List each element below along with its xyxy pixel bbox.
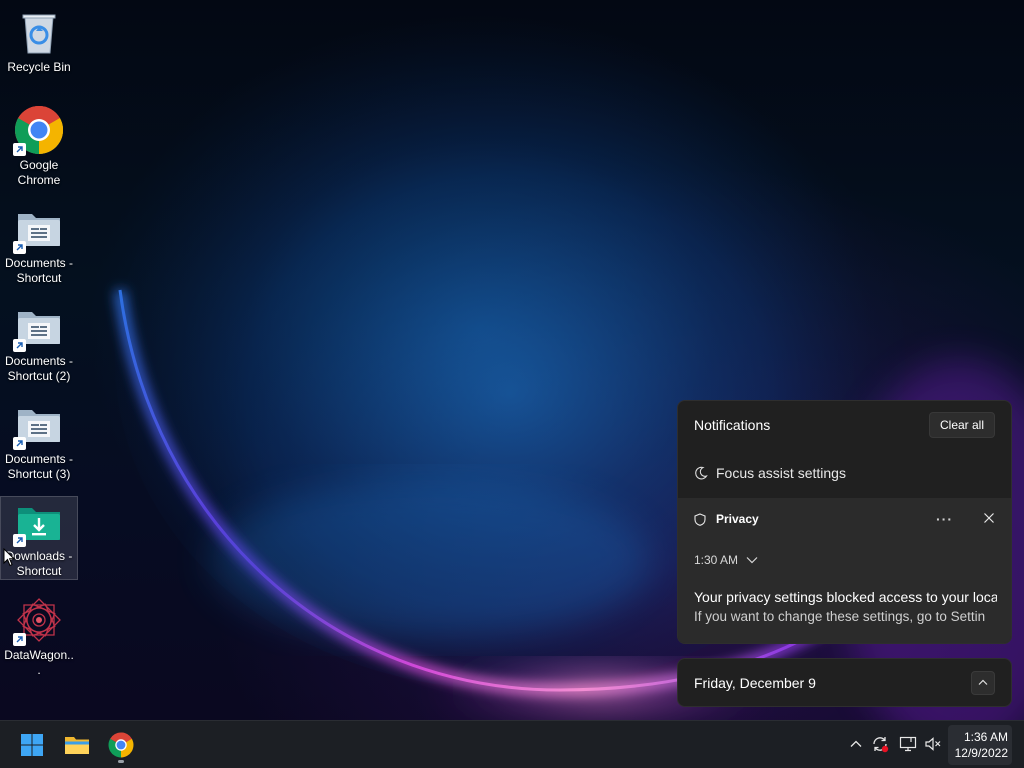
chevron-up-icon	[978, 679, 988, 685]
toast-app-name: Privacy	[716, 512, 759, 526]
sync-tray-icon[interactable]	[869, 733, 891, 755]
chevron-up-icon	[850, 740, 862, 747]
toast-message-line-1: Your privacy settings blocked access to …	[694, 589, 997, 605]
desktop-icon-recycle-bin[interactable]: Recycle Bin	[0, 6, 78, 75]
show-hidden-icons-button[interactable]	[845, 733, 867, 755]
datawagon-icon	[13, 594, 65, 646]
folder-documents-icon	[13, 202, 65, 254]
running-indicator	[118, 760, 124, 763]
sync-icon	[873, 737, 889, 753]
clear-all-button[interactable]: Clear all	[928, 412, 995, 438]
desktop-icon-label: Google Chrome	[17, 158, 61, 187]
calendar-panel[interactable]: Friday, December 9	[677, 658, 1012, 707]
notification-center: Notifications Clear all Focus assist set…	[677, 400, 1012, 644]
taskbar: 1:36 AM 12/9/2022	[0, 720, 1024, 768]
calendar-expand-button[interactable]	[971, 670, 995, 695]
start-icon	[21, 734, 43, 756]
desktop-icon-documents-shortcut-2[interactable]: Documents - Shortcut (2)	[0, 300, 78, 384]
close-notification-button[interactable]	[983, 512, 995, 527]
network-tray-icon[interactable]	[897, 733, 919, 755]
taskbar-clock[interactable]: 1:36 AM 12/9/2022	[948, 725, 1012, 765]
desktop-icon-documents-shortcut-3[interactable]: Documents - Shortcut (3)	[0, 398, 78, 482]
clock-date: 12/9/2022	[954, 746, 1008, 760]
privacy-notification[interactable]: Privacy ··· 1:30 AM Your privacy setting…	[678, 498, 1011, 643]
shortcut-arrow-icon	[13, 241, 26, 254]
chrome-icon	[108, 732, 134, 758]
focus-assist-label: Focus assist settings	[716, 465, 846, 481]
desktop-icon-label: Documents - Shortcut	[4, 256, 74, 285]
desktop-icon-documents-shortcut[interactable]: Documents - Shortcut	[0, 202, 78, 286]
chrome-icon	[13, 104, 65, 156]
clock-time: 1:36 AM	[963, 730, 1008, 744]
file-explorer-icon	[65, 737, 89, 754]
folder-documents-icon	[13, 398, 65, 450]
shortcut-arrow-icon	[13, 437, 26, 450]
moon-icon	[694, 466, 708, 480]
chrome-taskbar-button[interactable]	[101, 725, 141, 765]
file-explorer-button[interactable]	[57, 725, 97, 765]
network-icon	[899, 736, 917, 752]
shortcut-arrow-icon	[13, 143, 26, 156]
desktop-icon-label: Documents - Shortcut (3)	[4, 452, 74, 481]
chevron-down-icon	[746, 556, 758, 564]
folder-downloads-icon	[13, 497, 65, 547]
notification-title: Notifications	[694, 417, 771, 433]
toast-message-line-2: If you want to change these settings, go…	[694, 609, 986, 624]
desktop-icon-label: Recycle Bin	[7, 60, 71, 74]
shield-icon	[694, 512, 706, 526]
volume-muted-icon	[925, 737, 941, 751]
desktop-icon-label: DataWagon...	[4, 648, 74, 677]
notification-header: Notifications Clear all	[678, 401, 1011, 449]
toast-time-row[interactable]: 1:30 AM	[694, 540, 995, 580]
focus-assist-settings-link[interactable]: Focus assist settings	[678, 449, 1011, 497]
mouse-cursor-icon	[3, 547, 16, 572]
volume-tray-icon[interactable]	[922, 733, 944, 755]
toast-header: Privacy ···	[694, 498, 995, 540]
shortcut-arrow-icon	[13, 339, 26, 352]
shortcut-arrow-icon	[13, 534, 26, 547]
toast-body: Your privacy settings blocked access to …	[694, 588, 997, 626]
toast-time: 1:30 AM	[694, 553, 739, 567]
shortcut-arrow-icon	[13, 633, 26, 646]
folder-documents-icon	[13, 300, 65, 352]
recycle-bin-icon	[13, 6, 65, 58]
desktop-icon-datawagon[interactable]: DataWagon...	[0, 594, 78, 678]
desktop-icon-google-chrome[interactable]: Google Chrome	[0, 104, 78, 188]
more-options-button[interactable]: ···	[936, 511, 953, 527]
calendar-date: Friday, December 9	[694, 674, 816, 691]
close-icon	[984, 512, 994, 523]
desktop-icon-label: Documents - Shortcut (2)	[4, 354, 74, 383]
start-button[interactable]	[12, 725, 52, 765]
